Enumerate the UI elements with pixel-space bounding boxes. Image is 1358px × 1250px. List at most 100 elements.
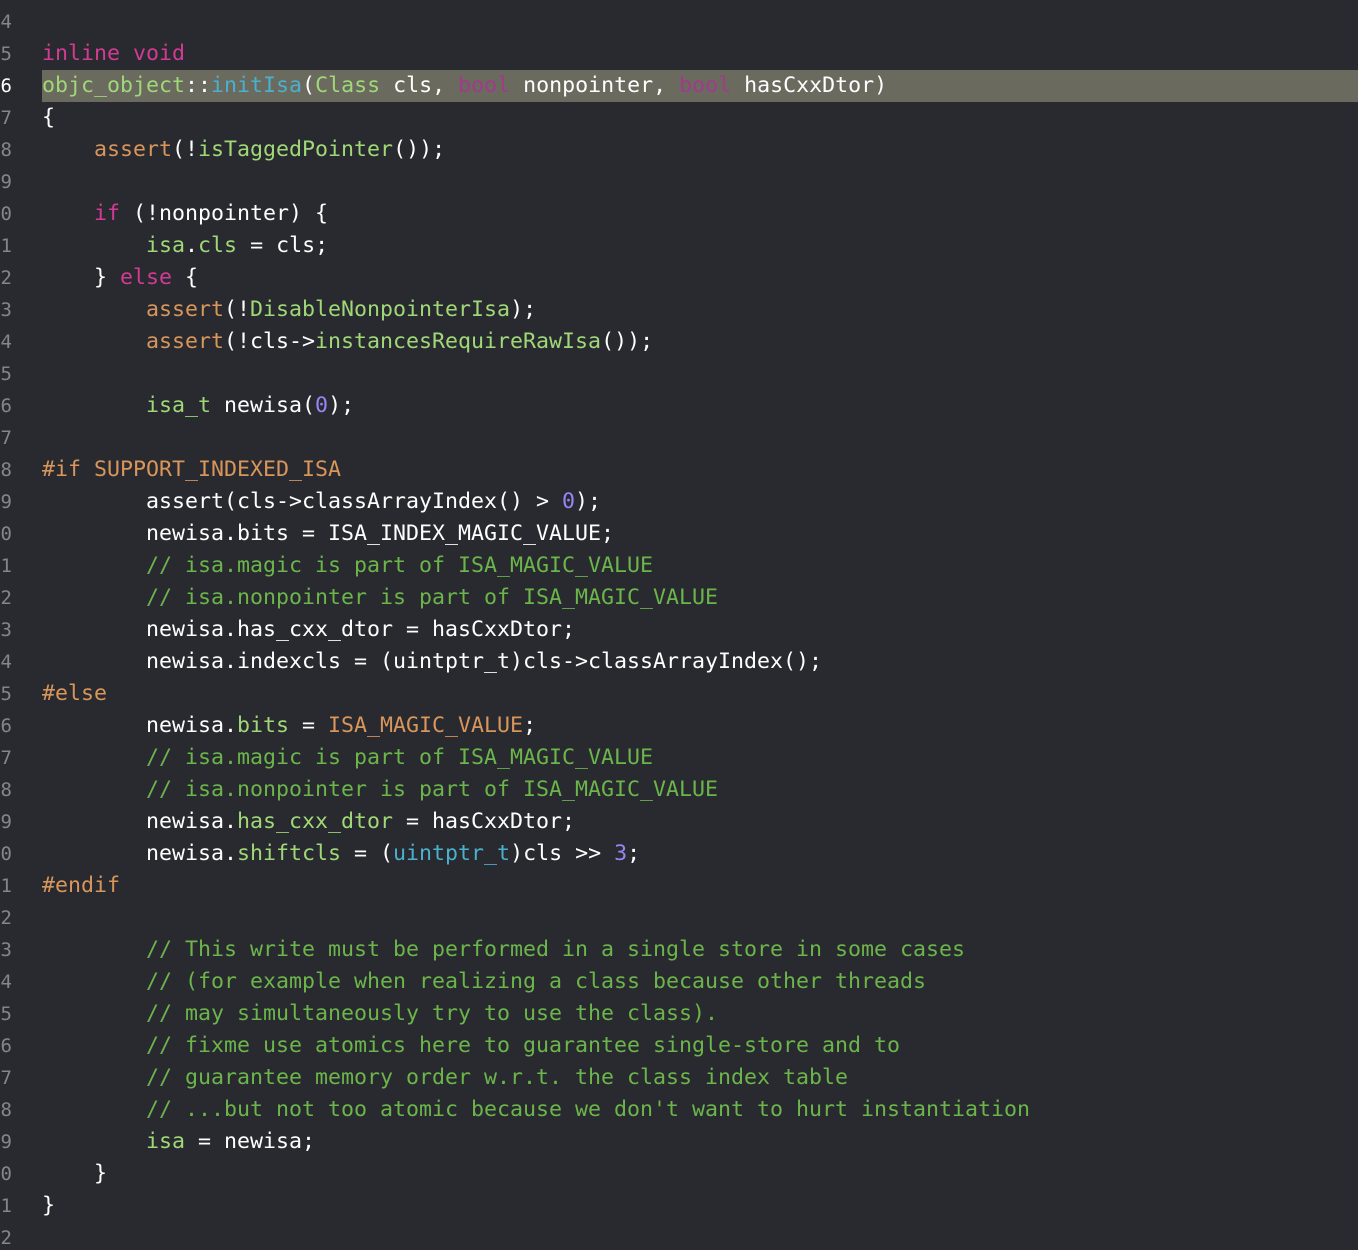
code-line[interactable]: 30 newisa.shiftcls = (uintptr_t)cls >> 3… (0, 838, 1358, 870)
code-token: } (42, 1161, 108, 1186)
code-token: isa_t (146, 393, 212, 418)
code-editor[interactable]: 0405 inline void06 objc_object::initIsa(Cl… (0, 6, 1358, 1250)
code-line[interactable]: 14 assert(!cls->instancesRequireRawIsa()… (0, 326, 1358, 358)
code-line[interactable]: 36 // fixme use atomics here to guarante… (0, 1030, 1358, 1062)
code-line[interactable]: 26 newisa.bits = ISA_MAGIC_VALUE; (0, 710, 1358, 742)
line-number[interactable]: 08 (0, 134, 19, 166)
code-line[interactable]: 42 (0, 1222, 1358, 1250)
code-line[interactable]: 37 // guarantee memory order w.r.t. the … (0, 1062, 1358, 1094)
code-line[interactable]: 21 // isa.magic is part of ISA_MAGIC_VAL… (0, 550, 1358, 582)
line-number[interactable]: 26 (0, 710, 19, 742)
code-token: } (42, 1193, 56, 1218)
line-number[interactable]: 14 (0, 326, 19, 358)
line-number[interactable]: 04 (0, 6, 19, 38)
code-line[interactable]: 38 // ...but not too atomic because we d… (0, 1094, 1358, 1126)
line-number[interactable]: 18 (0, 454, 19, 486)
code-line[interactable]: 31 #endif (0, 870, 1358, 902)
line-number[interactable]: 36 (0, 1030, 19, 1062)
line-number[interactable]: 12 (0, 262, 19, 294)
code-line[interactable]: 33 // This write must be performed in a … (0, 934, 1358, 966)
line-number[interactable]: 22 (0, 582, 19, 614)
line-number[interactable]: 33 (0, 934, 19, 966)
code-line[interactable]: 15 (0, 358, 1358, 390)
code-line[interactable]: 08 assert(!isTaggedPointer()); (0, 134, 1358, 166)
line-number[interactable]: 34 (0, 966, 19, 998)
code-line[interactable]: 12 } else { (0, 262, 1358, 294)
line-number[interactable]: 16 (0, 390, 19, 422)
line-number[interactable]: 31 (0, 870, 19, 902)
code-line[interactable]: 25 #else (0, 678, 1358, 710)
line-number[interactable]: 28 (0, 774, 19, 806)
code-line[interactable]: 29 newisa.has_cxx_dtor = hasCxxDtor; (0, 806, 1358, 838)
code-token: #else (42, 681, 108, 706)
code-line[interactable]: 09 (0, 166, 1358, 198)
line-number[interactable]: 11 (0, 230, 19, 262)
line-number[interactable]: 07 (0, 102, 19, 134)
code-line[interactable]: 16 isa_t newisa(0); (0, 390, 1358, 422)
line-number[interactable]: 20 (0, 518, 19, 550)
code-token: cls (198, 233, 238, 258)
code-line[interactable]: 35 // may simultaneously try to use the … (0, 998, 1358, 1030)
code-line[interactable]: 04 (0, 6, 1358, 38)
code-text: // isa.nonpointer is part of ISA_MAGIC_V… (42, 582, 1358, 614)
current-code-line[interactable]: 06 objc_object::initIsa(Class cls, bool n… (0, 70, 1358, 102)
line-number[interactable]: 38 (0, 1094, 19, 1126)
code-line[interactable]: 17 (0, 422, 1358, 454)
code-line[interactable]: 19 assert(cls->classArrayIndex() > 0); (0, 486, 1358, 518)
code-line[interactable]: 22 // isa.nonpointer is part of ISA_MAGI… (0, 582, 1358, 614)
line-number[interactable]: 06 (0, 70, 19, 102)
code-text: isa.cls = cls; (42, 230, 1358, 262)
code-line[interactable]: 40 } (0, 1158, 1358, 1190)
code-line[interactable]: 23 newisa.has_cxx_dtor = hasCxxDtor; (0, 614, 1358, 646)
line-number[interactable]: 09 (0, 166, 19, 198)
code-token: shiftcls (237, 841, 342, 866)
line-number[interactable]: 41 (0, 1190, 19, 1222)
code-line[interactable]: 05 inline void (0, 38, 1358, 70)
code-token: bool (679, 73, 732, 98)
code-token: newisa. (42, 809, 238, 834)
line-number[interactable]: 13 (0, 294, 19, 326)
code-line[interactable]: 41} (0, 1190, 1358, 1222)
line-number[interactable]: 37 (0, 1062, 19, 1094)
line-number[interactable]: 35 (0, 998, 19, 1030)
code-line[interactable]: 34 // (for example when realizing a clas… (0, 966, 1358, 998)
line-number[interactable]: 05 (0, 38, 19, 70)
code-line[interactable]: 18 #if SUPPORT_INDEXED_ISA (0, 454, 1358, 486)
line-number[interactable]: 25 (0, 678, 19, 710)
code-line[interactable]: 32 (0, 902, 1358, 934)
code-text: assert(!isTaggedPointer()); (42, 134, 1358, 166)
code-line[interactable]: 24 newisa.indexcls = (uintptr_t)cls->cla… (0, 646, 1358, 678)
line-number[interactable]: 19 (0, 486, 19, 518)
line-number[interactable]: 39 (0, 1126, 19, 1158)
code-text: // isa.magic is part of ISA_MAGIC_VALUE (42, 742, 1358, 774)
code-line[interactable]: 20 newisa.bits = ISA_INDEX_MAGIC_VALUE; (0, 518, 1358, 550)
line-number[interactable]: 30 (0, 838, 19, 870)
code-line[interactable]: 07 { (0, 102, 1358, 134)
code-token: ()); (601, 329, 654, 354)
line-number[interactable]: 17 (0, 422, 19, 454)
code-token: // guarantee memory order w.r.t. the cla… (146, 1065, 849, 1090)
code-line[interactable]: 11 isa.cls = cls; (0, 230, 1358, 262)
line-number[interactable]: 40 (0, 1158, 19, 1190)
line-number[interactable]: 10 (0, 198, 19, 230)
line-number[interactable]: 27 (0, 742, 19, 774)
line-number[interactable]: 21 (0, 550, 19, 582)
code-text: newisa.shiftcls = (uintptr_t)cls >> 3; (42, 838, 1358, 870)
code-line[interactable]: 10 if (!nonpointer) { (0, 198, 1358, 230)
code-line[interactable]: 28 // isa.nonpointer is part of ISA_MAGI… (0, 774, 1358, 806)
code-line[interactable]: 39 isa = newisa; (0, 1126, 1358, 1158)
line-number[interactable]: 42 (0, 1222, 19, 1250)
code-line[interactable]: 13 assert(!DisableNonpointerIsa); (0, 294, 1358, 326)
line-number[interactable]: 15 (0, 358, 19, 390)
line-number[interactable]: 32 (0, 902, 19, 934)
line-number[interactable]: 23 (0, 614, 19, 646)
line-number[interactable]: 24 (0, 646, 19, 678)
code-text: // (for example when realizing a class b… (42, 966, 1358, 998)
code-line[interactable]: 27 // isa.magic is part of ISA_MAGIC_VAL… (0, 742, 1358, 774)
code-token: DisableNonpointerIsa (250, 297, 511, 322)
line-number[interactable]: 29 (0, 806, 19, 838)
